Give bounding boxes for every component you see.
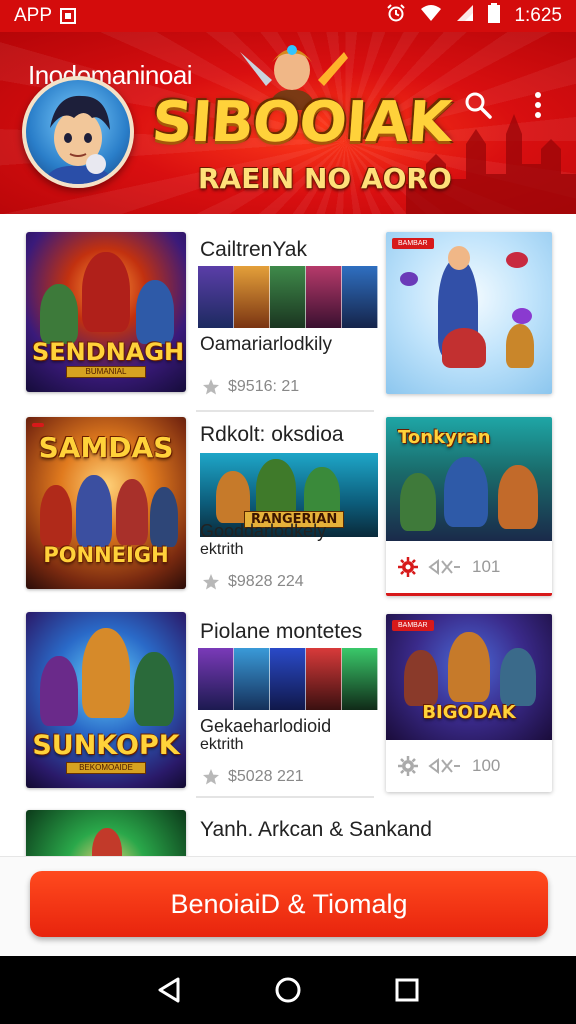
game-subtitle-extra: ektrith: [200, 541, 244, 558]
search-icon: [465, 92, 492, 119]
logo-text: SIBOOIAK: [149, 90, 453, 155]
back-button[interactable]: [149, 970, 189, 1010]
game-subtitle: Gekaeharlodioid: [200, 716, 332, 736]
header-banner: Inodomaninoai SIBOOIAK RAEIN NO AORO: [0, 32, 576, 214]
back-icon: [158, 977, 180, 1003]
divider: [196, 410, 374, 412]
list-item[interactable]: SAMDAS PONNEIGH Rdkolt: oksdioa RANGERIA…: [0, 417, 576, 602]
star-icon: [203, 769, 219, 785]
avatar[interactable]: [22, 76, 134, 188]
status-bar: APP 1:625: [0, 0, 576, 32]
screenshot-strip[interactable]: [198, 648, 378, 710]
card-footer: 101: [386, 541, 552, 593]
clock: 1:625: [514, 5, 562, 26]
game-price: $9828 224: [228, 573, 304, 590]
recents-button[interactable]: [387, 970, 427, 1010]
game-title[interactable]: Rdkolt: oksdioa: [200, 423, 344, 447]
gear-icon: [398, 557, 418, 577]
search-button[interactable]: [460, 87, 496, 123]
featured-card[interactable]: BAMBAR: [386, 232, 552, 394]
home-button[interactable]: [268, 970, 308, 1010]
card-image: Tonkyran: [386, 417, 552, 541]
game-price: $5028 221: [228, 768, 304, 785]
featured-card[interactable]: BAMBAR BIGODAK 100: [386, 614, 552, 792]
game-price: $9516: 21: [228, 378, 300, 395]
thumbnail-title: SAMDAS: [38, 431, 174, 464]
game-thumbnail[interactable]: SAMDAS PONNEIGH: [26, 417, 186, 589]
card-tag: BAMBAR: [392, 620, 434, 631]
card-footer: 100: [386, 740, 552, 792]
primary-action-button[interactable]: BenoiaiD & Tiomalg: [30, 871, 548, 937]
game-subtitle: Oamariarlodkily: [200, 334, 332, 355]
alarm-icon: [386, 3, 406, 29]
game-meta: $9828 224: [202, 573, 304, 591]
list-item[interactable]: SENDNAGH BUMANIAL CailtrenYak Oamariarlo…: [0, 232, 576, 412]
game-meta: $5028 221: [202, 768, 304, 786]
thumbnail-subtitle: BEKOMOAIDE: [66, 762, 146, 774]
game-subtitle: Gooddarlodkely: [200, 521, 327, 541]
bottom-action-area: BenoiaiD & Tiomalg: [0, 856, 576, 956]
home-icon: [275, 977, 301, 1003]
card-count: 101: [472, 557, 501, 576]
list-item[interactable]: Yanh. Arkcan & Sankand: [0, 810, 576, 856]
logo-subtitle: RAEIN NO AORO: [198, 162, 452, 195]
game-thumbnail[interactable]: SUNKOPK BEKOMOAIDE: [26, 612, 186, 788]
gear-icon: [398, 756, 418, 776]
featured-card[interactable]: Tonkyran 101: [386, 417, 552, 596]
game-subtitle-extra: ektrith: [200, 736, 244, 753]
card-image: BAMBAR: [386, 232, 552, 394]
game-thumbnail[interactable]: [26, 810, 186, 856]
app-label: APP: [14, 5, 53, 26]
list-item[interactable]: SUNKOPK BEKOMOAIDE Piolane montetes Geka…: [0, 612, 576, 798]
navigation-bar: [0, 956, 576, 1024]
card-tag: BAMBAR: [392, 238, 434, 249]
battery-icon: [488, 3, 501, 29]
more-options-button[interactable]: [520, 87, 556, 123]
card-image: BAMBAR BIGODAK: [386, 614, 552, 740]
more-vert-icon: [535, 92, 541, 118]
signal-icon: [456, 4, 474, 28]
thumbnail-subtitle: BUMANIAL: [66, 366, 146, 378]
recents-icon: [395, 978, 419, 1002]
star-icon: [203, 379, 219, 395]
screenshot-strip[interactable]: [198, 266, 378, 328]
content-list[interactable]: SENDNAGH BUMANIAL CailtrenYak Oamariarlo…: [0, 214, 576, 856]
app-icon: [60, 8, 77, 24]
thumbnail-title: SENDNAGH: [32, 338, 185, 366]
share-icon: [428, 559, 460, 575]
star-icon: [203, 574, 219, 590]
game-meta: $9516: 21: [202, 378, 299, 396]
game-title[interactable]: CailtrenYak: [200, 238, 307, 262]
card-underline: [386, 593, 552, 596]
thumbnail-subtitle: PONNEIGH: [43, 543, 169, 567]
card-title: BIGODAK: [422, 702, 516, 723]
divider: [196, 796, 374, 798]
wifi-icon: [420, 4, 442, 28]
card-title: Tonkyran: [398, 427, 491, 448]
game-thumbnail[interactable]: SENDNAGH BUMANIAL: [26, 232, 186, 392]
game-title[interactable]: Yanh. Arkcan & Sankand: [200, 818, 432, 842]
thumbnail-title: SUNKOPK: [32, 730, 180, 761]
card-count: 100: [472, 756, 501, 775]
game-title[interactable]: Piolane montetes: [200, 620, 362, 644]
share-icon: [428, 758, 460, 774]
